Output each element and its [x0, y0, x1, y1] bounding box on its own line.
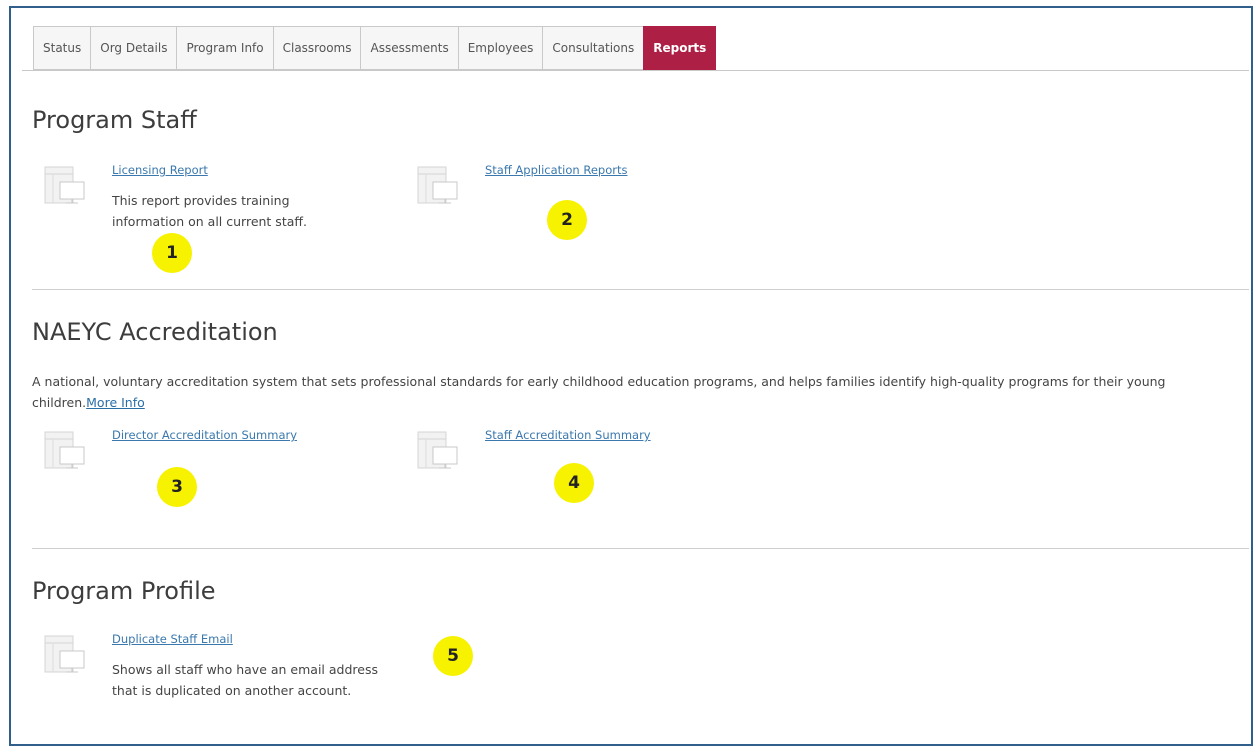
annotation-badge-1: 1	[152, 233, 192, 273]
section-divider	[32, 548, 1249, 549]
more-info-link[interactable]: More Info	[86, 395, 145, 410]
annotation-badge-3: 3	[157, 467, 197, 507]
tab-list: Status Org Details Program Info Classroo…	[33, 26, 717, 70]
licensing-report-description: This report provides training informatio…	[112, 193, 307, 229]
licensing-report-link[interactable]: Licensing Report	[112, 163, 208, 177]
annotation-badge-4: 4	[554, 463, 594, 503]
section-title-naeyc-accreditation: NAEYC Accreditation	[32, 318, 278, 346]
staff-accreditation-summary-link[interactable]: Staff Accreditation Summary	[485, 428, 651, 442]
tab-employees[interactable]: Employees	[457, 26, 543, 70]
report-icon	[44, 635, 88, 675]
staff-application-reports-link[interactable]: Staff Application Reports	[485, 163, 627, 177]
section-title-program-profile: Program Profile	[32, 577, 216, 605]
tab-consultations[interactable]: Consultations	[542, 26, 644, 70]
report-icon	[417, 431, 461, 471]
tab-bar: Status Org Details Program Info Classroo…	[22, 20, 1249, 71]
director-accreditation-summary-link[interactable]: Director Accreditation Summary	[112, 428, 297, 442]
tab-status[interactable]: Status	[33, 26, 91, 70]
tab-assessments[interactable]: Assessments	[360, 26, 458, 70]
annotation-badge-2: 2	[547, 200, 587, 240]
section-title-program-staff: Program Staff	[32, 106, 197, 134]
duplicate-staff-email-link[interactable]: Duplicate Staff Email	[112, 632, 233, 646]
section-divider	[32, 289, 1249, 290]
annotation-badge-5: 5	[433, 636, 473, 676]
tab-classrooms[interactable]: Classrooms	[272, 26, 361, 70]
duplicate-staff-email-description: Shows all staff who have an email addres…	[112, 662, 378, 698]
report-icon	[44, 431, 88, 471]
naeyc-description-text: A national, voluntary accreditation syst…	[32, 374, 1166, 410]
tab-org-details[interactable]: Org Details	[90, 26, 177, 70]
tab-reports[interactable]: Reports	[643, 26, 717, 70]
naeyc-description: A national, voluntary accreditation syst…	[32, 371, 1247, 413]
report-icon	[417, 166, 461, 206]
tab-program-info[interactable]: Program Info	[176, 26, 273, 70]
report-icon	[44, 166, 88, 206]
